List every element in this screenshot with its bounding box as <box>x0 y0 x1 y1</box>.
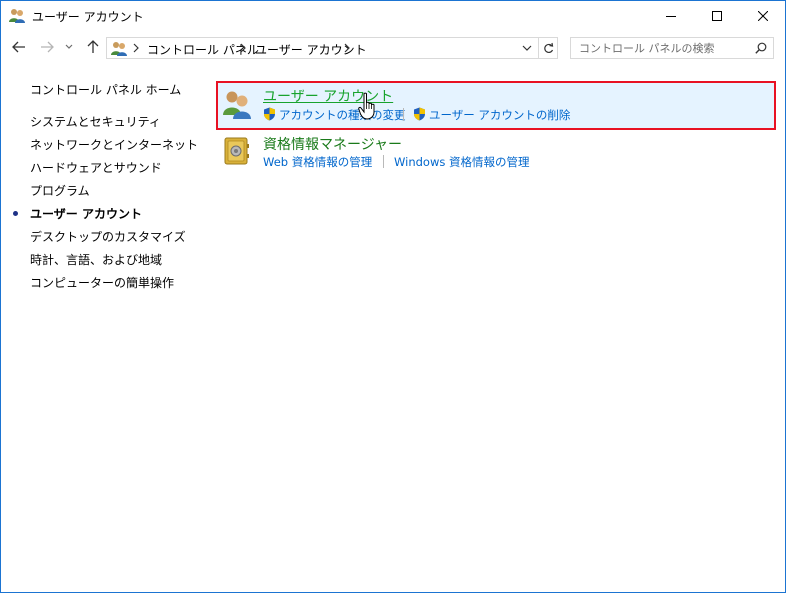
maximize-icon <box>712 10 722 21</box>
search-box[interactable] <box>570 37 774 59</box>
nav-programs[interactable]: プログラム <box>30 182 90 199</box>
title-bar: ユーザー アカウント <box>0 0 786 31</box>
nav-clock-language-region[interactable]: 時計、言語、および地域 <box>30 251 162 268</box>
current-item-bullet <box>13 211 18 216</box>
nav-ease-of-access[interactable]: コンピューターの簡単操作 <box>30 274 174 291</box>
arrow-up-icon <box>87 40 99 53</box>
nav-network-internet[interactable]: ネットワークとインターネット <box>30 136 198 153</box>
category-credential-manager-title[interactable]: 資格情報マネージャー <box>263 134 402 154</box>
minimize-icon <box>666 15 676 17</box>
chevron-down-icon <box>65 44 73 49</box>
search-icon[interactable] <box>755 42 767 54</box>
chevron-down-icon <box>522 45 532 51</box>
back-button[interactable] <box>10 38 28 56</box>
nav-user-accounts[interactable]: ユーザー アカウント <box>30 205 142 222</box>
window-title: ユーザー アカウント <box>32 10 144 24</box>
task-change-account-type[interactable]: アカウントの種類の変更 <box>279 107 406 123</box>
search-input[interactable] <box>571 38 755 58</box>
refresh-button[interactable] <box>538 37 558 59</box>
hand-cursor-icon <box>358 92 375 120</box>
up-button[interactable] <box>84 38 102 56</box>
maximize-button[interactable] <box>694 0 740 31</box>
user-accounts-icon <box>111 42 127 56</box>
nav-appearance-personalization[interactable]: デスクトップのカスタマイズ <box>30 228 186 245</box>
nav-control-panel-home[interactable]: コントロール パネル ホーム <box>30 81 181 98</box>
task-manage-web-credentials[interactable]: Web 資格情報の管理 <box>263 154 372 170</box>
user-accounts-icon <box>9 9 25 23</box>
arrow-right-icon <box>41 41 54 53</box>
credential-manager-vault-icon[interactable] <box>221 135 253 167</box>
task-separator <box>403 108 404 121</box>
address-bar[interactable]: コントロール パネル ユーザー アカウント <box>106 37 558 59</box>
close-icon <box>758 10 768 21</box>
nav-system-security[interactable]: システムとセキュリティ <box>30 113 161 130</box>
forward-button[interactable] <box>38 38 56 56</box>
user-accounts-icon[interactable] <box>221 88 253 120</box>
close-button[interactable] <box>740 0 786 31</box>
task-remove-user-accounts[interactable]: ユーザー アカウントの削除 <box>429 107 570 123</box>
chevron-right-icon[interactable] <box>343 42 351 54</box>
arrow-left-icon <box>12 41 25 53</box>
task-separator <box>383 155 384 168</box>
uac-shield-icon <box>414 107 425 121</box>
nav-hardware-sound[interactable]: ハードウェアとサウンド <box>30 159 162 176</box>
recent-locations-button[interactable] <box>63 38 75 56</box>
refresh-icon <box>543 42 553 54</box>
uac-shield-icon <box>264 107 275 121</box>
chevron-right-icon[interactable] <box>132 42 140 54</box>
task-manage-windows-credentials[interactable]: Windows 資格情報の管理 <box>394 154 530 170</box>
address-history-dropdown[interactable] <box>518 37 536 59</box>
minimize-button[interactable] <box>648 0 694 31</box>
chevron-right-icon[interactable] <box>239 42 247 54</box>
